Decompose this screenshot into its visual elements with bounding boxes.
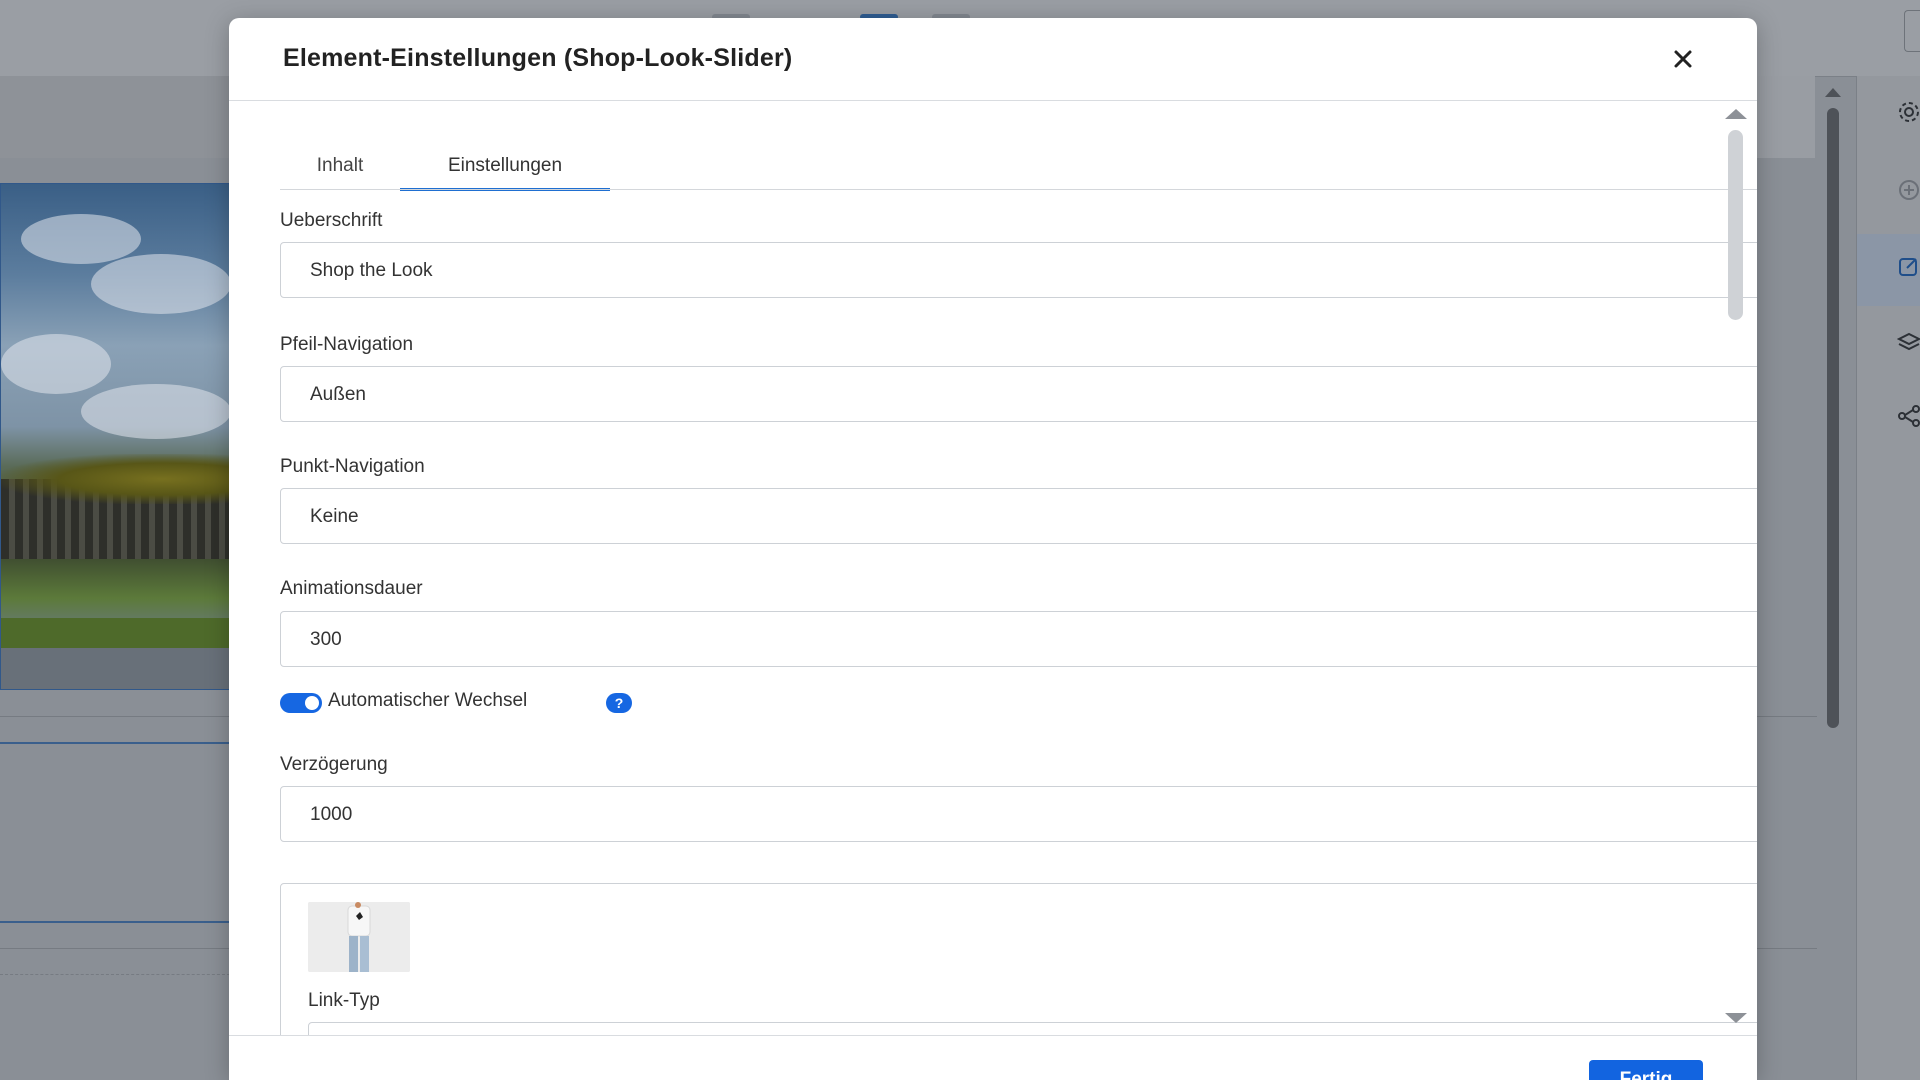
scroll-thumb[interactable] [1728,130,1743,320]
arrow-navigation-value: Außen [310,384,366,405]
heading-input[interactable]: Shop the Look [280,242,1757,298]
animation-duration-label: Animationsdauer [280,578,423,599]
plus-circle-icon[interactable] [1897,178,1920,202]
scroll-down-arrow[interactable] [1725,1013,1747,1023]
close-icon [1674,50,1692,68]
dot-navigation-value: Keine [310,506,359,527]
tab-bar: Inhalt Einstellungen [280,143,1757,191]
canvas-divider [1757,948,1817,949]
auto-switch-toggle[interactable] [280,693,322,713]
delay-value: 1000 [310,804,353,825]
link-type-label: Link-Typ [308,990,380,1011]
delay-input[interactable]: 1000 [280,786,1757,842]
canvas-hero-image[interactable] [0,183,230,690]
help-icon[interactable]: ? [606,693,632,713]
tab-divider [280,189,1757,190]
canvas-scrollbar[interactable] [1822,84,1844,1080]
right-sidebar [1856,76,1920,1080]
canvas-section-header-highlight [1755,76,1815,158]
modal-title: Element-Einstellungen (Shop-Look-Slider) [283,44,793,72]
slide-item-card: Link-Typ ? [280,883,1757,1035]
modal-footer: Fertig [229,1035,1757,1080]
tab-inhalt[interactable]: Inhalt [280,143,400,189]
tab-label: Inhalt [316,155,364,176]
product-image [308,902,410,972]
delay-label: Verzögerung [280,754,388,775]
animation-duration-value: 300 [310,629,342,650]
dot-navigation-select[interactable]: Keine [280,488,1757,544]
dot-navigation-label: Punkt-Navigation [280,456,425,477]
toolbar-button[interactable] [1904,10,1920,52]
tab-einstellungen[interactable]: Einstellungen [400,143,610,191]
modal-header: Element-Einstellungen (Shop-Look-Slider) [229,18,1757,101]
animation-duration-input[interactable]: 300 [280,611,1757,667]
canvas-divider [0,948,230,949]
gear-icon[interactable] [1897,100,1920,124]
toggle-knob [305,696,319,710]
modal-body: Inhalt Einstellungen Ueberschrift ? Shop… [229,101,1757,1035]
canvas-divider [1757,716,1817,717]
close-button[interactable] [1666,42,1700,76]
auto-switch-label: Automatischer Wechsel [328,690,528,711]
scroll-up-arrow[interactable] [1725,109,1747,119]
element-settings-modal: Element-Einstellungen (Shop-Look-Slider)… [229,18,1757,1080]
slide-thumbnail[interactable] [308,902,410,972]
edit-icon[interactable] [1897,254,1920,278]
canvas-divider [0,716,230,717]
canvas-dashed-divider [0,974,230,975]
heading-label: Ueberschrift [280,210,383,231]
arrow-navigation-label: Pfeil-Navigation [280,334,414,355]
modal-scrollbar[interactable] [1723,101,1751,1031]
share-icon[interactable] [1897,404,1920,428]
link-type-select[interactable] [308,1022,1757,1035]
canvas-selection-line [0,921,230,923]
tab-label: Einstellungen [447,155,563,176]
heading-input-value: Shop the Look [310,260,433,281]
layers-icon[interactable] [1896,330,1920,354]
canvas-selection-line [0,742,230,744]
done-button[interactable]: Fertig [1589,1060,1703,1080]
arrow-navigation-select[interactable]: Außen [280,366,1757,422]
